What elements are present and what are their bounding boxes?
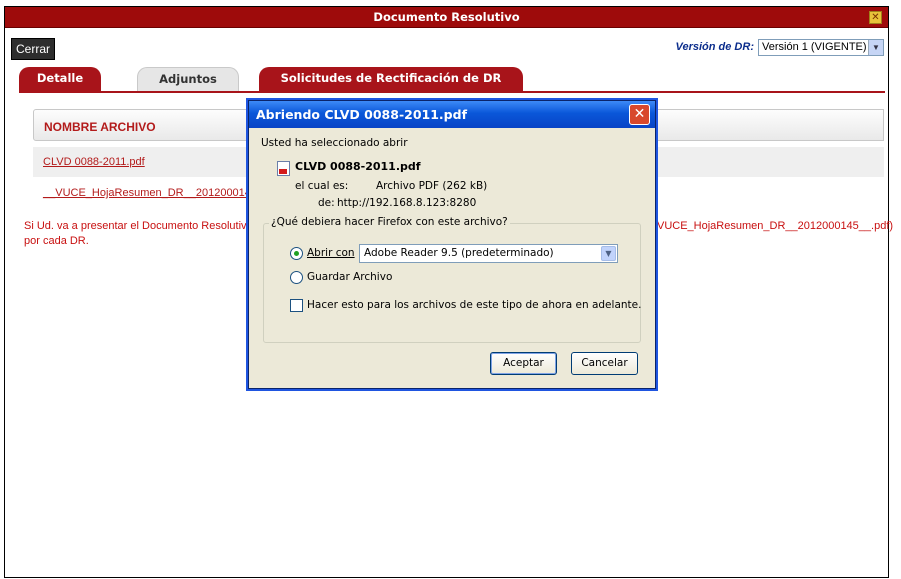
file-type-label: el cual es:	[295, 180, 349, 192]
dialog-filename: CLVD 0088-2011.pdf	[295, 160, 421, 173]
tab-detalle[interactable]: Detalle	[19, 67, 101, 91]
version-select-value: Versión 1 (VIGENTE)	[762, 40, 867, 53]
chevron-down-icon[interactable]: ▼	[601, 246, 616, 261]
save-file-label: Guardar Archivo	[307, 271, 393, 283]
open-with-label: Abrir con	[307, 247, 355, 259]
accept-button[interactable]: Aceptar	[490, 352, 557, 375]
window-titlebar: Documento Resolutivo ✕	[5, 7, 888, 28]
open-file-dialog: Abriendo CLVD 0088-2011.pdf ✕ Usted ha s…	[248, 100, 656, 389]
column-header-file-name: NOMBRE ARCHIVO	[44, 120, 156, 134]
file-link[interactable]: CLVD 0088-2011.pdf	[43, 156, 145, 168]
open-with-text: Abrir con	[307, 247, 355, 259]
tab-solicitudes-rectificacion[interactable]: Solicitudes de Rectificación de DR	[259, 67, 523, 91]
pdf-file-icon	[277, 161, 290, 176]
save-file-radio[interactable]	[290, 271, 303, 284]
action-question: ¿Qué debiera hacer Firefox con este arch…	[269, 216, 510, 228]
open-with-radio[interactable]	[290, 247, 303, 260]
application-select[interactable]: Adobe Reader 9.5 (predeterminado) ▼	[359, 244, 618, 263]
action-group	[263, 223, 641, 343]
tab-underline	[19, 91, 885, 93]
version-selector: Versión de DR: Versión 1 (VIGENTE) ▼	[676, 38, 884, 56]
file-source-label: de:	[318, 197, 335, 209]
version-label: Versión de DR:	[675, 41, 754, 53]
close-button[interactable]: Cerrar	[11, 38, 55, 60]
file-type-value: Archivo PDF (262 kB)	[376, 180, 488, 192]
notice-line1-left: Si Ud. va a presentar el Documento Resol…	[24, 220, 260, 232]
version-select[interactable]: Versión 1 (VIGENTE) ▼	[758, 38, 884, 56]
dialog-titlebar: Abriendo CLVD 0088-2011.pdf ✕	[249, 101, 655, 128]
window-title: Documento Resolutivo	[373, 10, 520, 24]
remember-label: Hacer esto para los archivos de este tip…	[307, 299, 642, 311]
chevron-down-icon[interactable]: ▼	[868, 39, 883, 55]
notice-line1-right: VUCE_HojaResumen_DR__2012000145__.pdf)	[657, 220, 894, 232]
remember-checkbox[interactable]	[290, 299, 303, 312]
application-select-value: Adobe Reader 9.5 (predeterminado)	[364, 247, 554, 259]
dialog-close-icon[interactable]: ✕	[629, 104, 650, 125]
dialog-intro: Usted ha seleccionado abrir	[261, 137, 408, 149]
file-link[interactable]: __VUCE_HojaResumen_DR__2012000145	[43, 187, 257, 199]
dialog-title: Abriendo CLVD 0088-2011.pdf	[256, 107, 468, 122]
tab-bar: Detalle Adjuntos Solicitudes de Rectific…	[19, 67, 889, 91]
close-icon[interactable]: ✕	[869, 11, 882, 24]
cancel-button[interactable]: Cancelar	[571, 352, 638, 375]
notice-line2: por cada DR.	[24, 235, 89, 247]
tab-adjuntos[interactable]: Adjuntos	[137, 67, 239, 91]
file-source-value: http://192.168.8.123:8280	[337, 197, 477, 209]
